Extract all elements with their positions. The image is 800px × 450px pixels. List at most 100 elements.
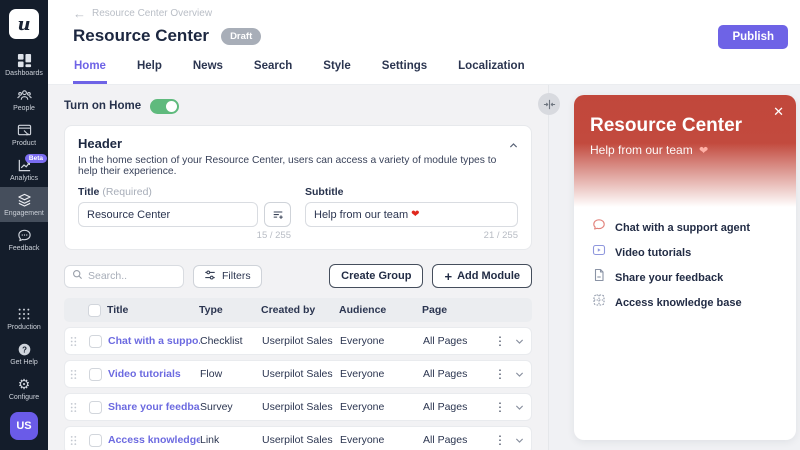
col-audience: Audience <box>339 304 387 316</box>
breadcrumb-label[interactable]: Resource Center Overview <box>92 8 212 19</box>
table-row[interactable]: Video tutorials Flow Userpilot Sales Eve… <box>64 360 532 388</box>
gear-icon: ⚙ <box>17 376 31 392</box>
sidebar-item-label: Engagement <box>4 210 44 217</box>
row-menu-icon[interactable]: ⋮ <box>493 367 507 381</box>
module-title-link[interactable]: Video tutorials <box>108 368 200 380</box>
user-avatar[interactable]: US <box>10 412 38 440</box>
row-expand-icon[interactable] <box>507 435 531 446</box>
home-toggle[interactable] <box>150 98 180 114</box>
subtitle-field-col: Subtitle Help from our team ❤ 21 / 255 <box>305 186 518 241</box>
preview-item-video[interactable]: Video tutorials <box>592 240 782 265</box>
tab-home[interactable]: Home <box>73 54 107 84</box>
row-checkbox[interactable] <box>89 367 102 381</box>
add-module-button[interactable]: + Add Module <box>432 264 532 288</box>
sidebar-item-configure[interactable]: ⚙ Configure <box>0 371 48 406</box>
sidebar-item-people[interactable]: People <box>0 82 48 117</box>
row-expand-icon[interactable] <box>507 369 531 380</box>
subtitle-input-text: Help from our team <box>314 208 409 221</box>
svg-text:?: ? <box>22 345 27 354</box>
tab-news[interactable]: News <box>192 54 224 84</box>
col-page: Page <box>422 304 448 316</box>
toggle-label: Turn on Home <box>64 100 142 112</box>
search-input[interactable] <box>88 270 168 282</box>
tab-help[interactable]: Help <box>136 54 163 84</box>
resource-center-preview: ✕ Resource Center Help from our team ❤ C… <box>574 95 796 440</box>
close-icon[interactable]: ✕ <box>773 104 784 120</box>
row-menu-icon[interactable]: ⋮ <box>493 334 507 348</box>
tab-localization[interactable]: Localization <box>457 54 525 84</box>
sidebar-item-production[interactable]: Production <box>0 301 48 336</box>
preview-item-knowledge[interactable]: Access knowledge base <box>592 290 782 315</box>
title-required-text: (Required) <box>102 186 152 198</box>
row-menu-icon[interactable]: ⋮ <box>493 433 507 447</box>
subtitle-field-label: Subtitle <box>305 186 518 198</box>
module-page: All Pages <box>423 368 468 380</box>
module-page: All Pages <box>423 434 468 446</box>
insert-variable-button[interactable] <box>264 202 291 227</box>
create-group-button[interactable]: Create Group <box>329 264 424 288</box>
sidebar-item-label: Product <box>11 140 37 147</box>
sidebar-item-label: Configure <box>8 394 40 401</box>
table-row[interactable]: Chat with a suppo... Checklist Userpilot… <box>64 327 532 355</box>
production-icon <box>17 306 31 322</box>
module-title-link[interactable]: Chat with a suppo... <box>108 335 200 347</box>
tab-search[interactable]: Search <box>253 54 293 84</box>
module-page: All Pages <box>423 335 468 347</box>
module-title-link[interactable]: Access knowledge ... <box>108 434 200 446</box>
row-menu-icon[interactable]: ⋮ <box>493 400 507 414</box>
sidebar-item-dashboards[interactable]: Dashboards <box>0 47 48 82</box>
sidebar-item-label: Get Help <box>10 359 38 366</box>
help-icon: ? <box>17 341 32 357</box>
filters-button[interactable]: Filters <box>193 264 262 288</box>
publish-button[interactable]: Publish <box>718 25 788 49</box>
card-title: Header <box>78 136 123 151</box>
module-created-by: Userpilot Sales <box>262 434 333 446</box>
drag-handle-icon[interactable] <box>65 335 81 348</box>
module-type: Checklist <box>200 335 243 347</box>
preview-item-feedback[interactable]: Share your feedback <box>592 265 782 290</box>
sidebar-item-product[interactable]: Product <box>0 117 48 152</box>
drag-handle-icon[interactable] <box>65 434 81 447</box>
subtitle-input[interactable]: Help from our team ❤ <box>305 202 518 227</box>
sidebar-item-analytics[interactable]: Beta Analytics <box>0 152 48 187</box>
collapse-panel-button[interactable] <box>538 93 560 115</box>
tab-settings[interactable]: Settings <box>381 54 428 84</box>
back-arrow-icon[interactable]: ← <box>73 7 86 20</box>
module-audience: Everyone <box>340 434 385 446</box>
table-header: Title Type Created by Audience Page <box>64 298 532 322</box>
main-content: Turn on Home Header In the home section … <box>48 85 548 450</box>
row-expand-icon[interactable] <box>507 402 531 413</box>
tab-style[interactable]: Style <box>322 54 352 84</box>
preview-item-label: Share your feedback <box>615 271 724 284</box>
heart-icon: ❤ <box>699 145 709 157</box>
filters-label: Filters <box>222 270 251 282</box>
sidebar-item-feedback[interactable]: Feedback <box>0 222 48 257</box>
row-checkbox[interactable] <box>89 400 102 414</box>
table-row[interactable]: Access knowledge ... Link Userpilot Sale… <box>64 426 532 450</box>
row-checkbox[interactable] <box>89 334 102 348</box>
chevron-up-icon[interactable] <box>508 138 519 156</box>
breadcrumb[interactable]: ← Resource Center Overview <box>73 7 212 20</box>
drag-handle-icon[interactable] <box>65 401 81 414</box>
userpilot-logo[interactable]: u <box>9 9 39 39</box>
module-type: Survey <box>200 401 233 413</box>
sidebar-item-engagement[interactable]: Engagement <box>0 187 48 222</box>
search-box[interactable] <box>64 264 184 288</box>
title-input[interactable]: Resource Center <box>78 202 258 227</box>
status-badge: Draft <box>221 27 262 45</box>
module-created-by: Userpilot Sales <box>262 368 333 380</box>
preview-header: ✕ Resource Center Help from our team ❤ <box>574 95 796 207</box>
preview-item-chat[interactable]: Chat with a support agent <box>592 215 782 240</box>
select-all-checkbox[interactable] <box>88 303 101 317</box>
row-expand-icon[interactable] <box>507 336 531 347</box>
sidebar-item-label: Analytics <box>9 175 38 182</box>
video-icon <box>592 243 606 262</box>
header-settings-card: Header In the home section of your Resou… <box>64 125 532 250</box>
table-row[interactable]: Share your feedba... Survey Userpilot Sa… <box>64 393 532 421</box>
top-header: ← Resource Center Overview Resource Cent… <box>48 0 800 85</box>
drag-handle-icon[interactable] <box>65 368 81 381</box>
module-title-link[interactable]: Share your feedba... <box>108 401 200 413</box>
sidebar-item-get-help[interactable]: ? Get Help <box>0 336 48 371</box>
row-checkbox[interactable] <box>89 433 102 447</box>
title-label-text: Title <box>78 186 100 198</box>
